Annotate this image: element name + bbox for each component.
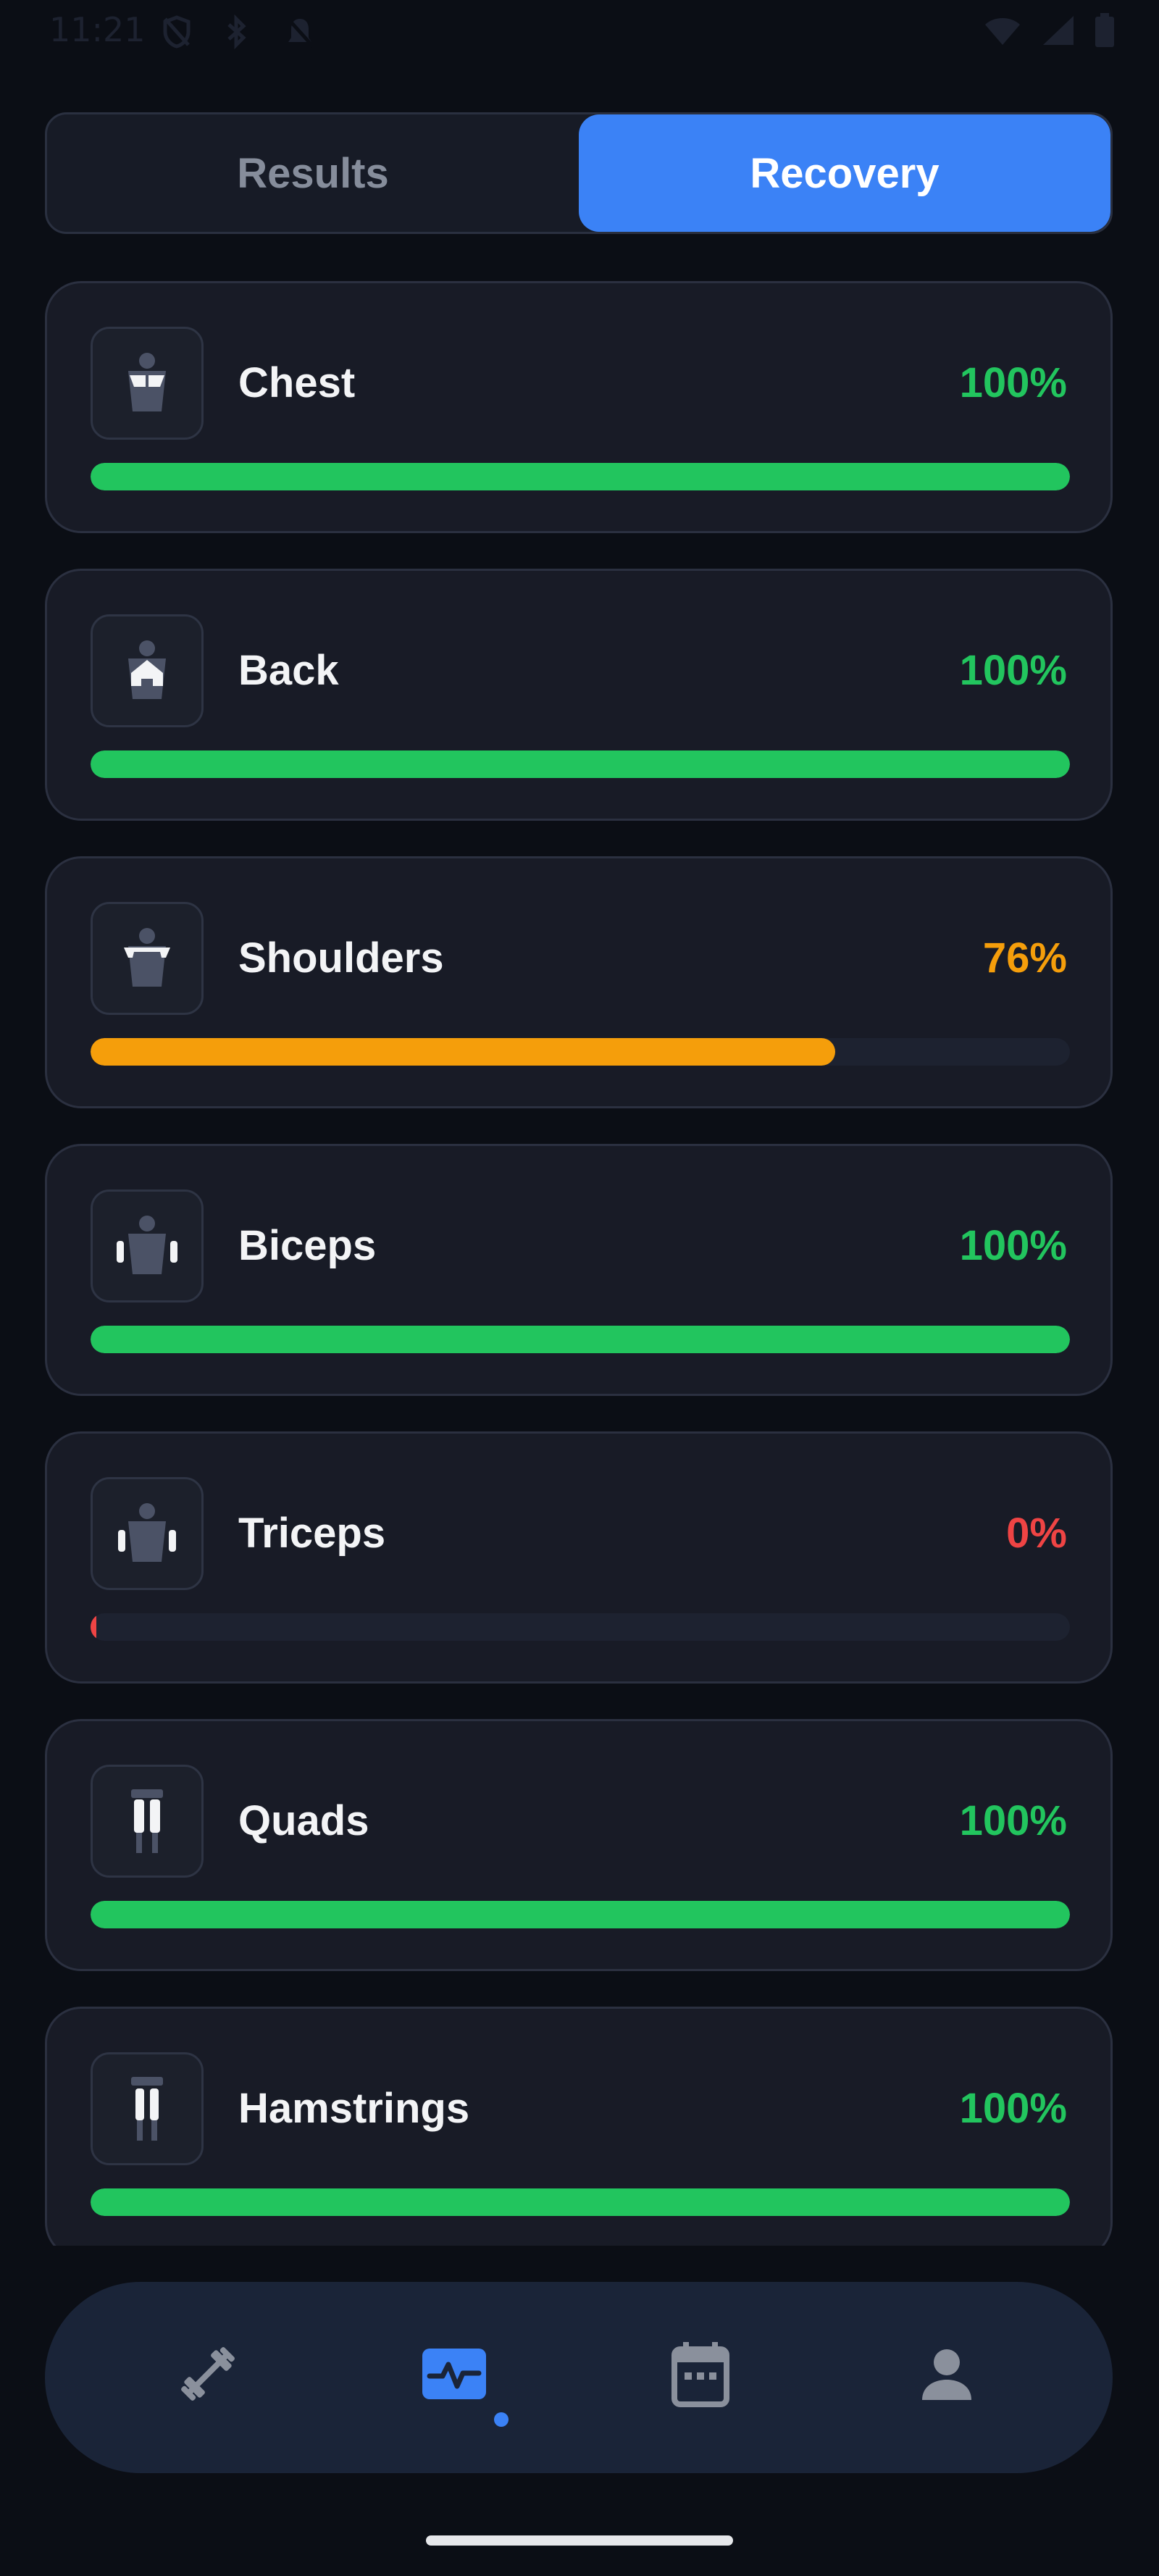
muscle-name: Back (238, 647, 339, 694)
notification-off-icon (285, 16, 314, 48)
biceps-icon (117, 1216, 177, 1274)
hamstrings-icon (131, 2077, 163, 2141)
muscle-icon-box (91, 327, 204, 440)
calendar-icon (671, 2342, 729, 2407)
activity-icon (422, 2349, 486, 2399)
muscle-icon-box (91, 1477, 204, 1590)
nav-recovery[interactable] (407, 2327, 501, 2421)
muscle-name: Quads (238, 1797, 369, 1844)
recovery-progress-bar (91, 1901, 1070, 1928)
shoulders-icon (124, 928, 170, 987)
recovery-progress-bar (91, 750, 1070, 778)
dumbbell-icon (181, 2347, 235, 2401)
results-recovery-segmented-control: Results Recovery (45, 112, 1113, 234)
muscle-name: Hamstrings (238, 2085, 470, 2132)
signal-icon (1043, 16, 1074, 45)
muscle-name: Triceps (238, 1510, 386, 1557)
battery-icon (1095, 13, 1114, 47)
recovery-progress-bar (91, 1326, 1070, 1353)
recovery-progress-fill (91, 750, 1070, 778)
shield-off-icon (163, 15, 191, 49)
recovery-progress-fill (91, 1613, 97, 1641)
tab-recovery[interactable]: Recovery (579, 114, 1110, 232)
recovery-percent: 100% (959, 1797, 1067, 1844)
bluetooth-off-icon (227, 14, 246, 49)
back-icon (128, 640, 166, 699)
recovery-progress-bar (91, 1038, 1070, 1066)
muscle-card-chest[interactable]: Chest 100% (45, 281, 1113, 533)
muscle-card-shoulders[interactable]: Shoulders 76% (45, 856, 1113, 1108)
muscle-icon-box (91, 2052, 204, 2165)
muscle-name: Shoulders (238, 934, 444, 982)
wifi-icon (985, 18, 1020, 45)
recovery-percent: 100% (959, 359, 1067, 406)
muscle-icon-box (91, 902, 204, 1015)
chest-icon (128, 353, 166, 411)
recovery-percent: 100% (959, 1222, 1067, 1269)
recovery-percent: 100% (959, 647, 1067, 694)
muscle-name: Chest (238, 359, 356, 406)
recovery-progress-bar (91, 463, 1070, 490)
nav-profile[interactable] (900, 2327, 994, 2421)
muscle-icon-box (91, 1765, 204, 1878)
recovery-progress-bar (91, 1613, 1070, 1641)
tab-results[interactable]: Results (47, 114, 579, 232)
muscle-card-triceps[interactable]: Triceps 0% (45, 1431, 1113, 1684)
recovery-percent: 100% (959, 2085, 1067, 2132)
person-icon (922, 2349, 971, 2400)
muscle-recovery-list[interactable]: Chest 100% Back 100% Shoulders 76% Bicep… (45, 281, 1113, 2246)
recovery-progress-fill (91, 463, 1070, 490)
recovery-progress-bar (91, 2188, 1070, 2216)
muscle-name: Biceps (238, 1222, 377, 1269)
recovery-progress-fill (91, 2188, 1070, 2216)
recovery-percent: 76% (982, 934, 1067, 982)
active-tab-indicator (494, 2412, 509, 2427)
status-bar: 11:21 (0, 0, 1159, 65)
nav-calendar[interactable] (653, 2327, 748, 2421)
triceps-icon (118, 1503, 176, 1562)
recovery-percent: 0% (1006, 1510, 1067, 1557)
bottom-navigation (45, 2282, 1113, 2473)
muscle-icon-box (91, 614, 204, 727)
nav-workouts[interactable] (161, 2327, 255, 2421)
recovery-progress-fill (91, 1038, 835, 1066)
muscle-icon-box (91, 1189, 204, 1302)
muscle-card-hamstrings[interactable]: Hamstrings 100% (45, 2007, 1113, 2246)
muscle-card-quads[interactable]: Quads 100% (45, 1719, 1113, 1971)
muscle-card-biceps[interactable]: Biceps 100% (45, 1144, 1113, 1396)
recovery-progress-fill (91, 1326, 1070, 1353)
status-time: 11:21 (49, 10, 146, 49)
quads-icon (131, 1789, 163, 1853)
recovery-progress-fill (91, 1901, 1070, 1928)
muscle-card-back[interactable]: Back 100% (45, 569, 1113, 821)
home-indicator[interactable] (426, 2535, 733, 2546)
